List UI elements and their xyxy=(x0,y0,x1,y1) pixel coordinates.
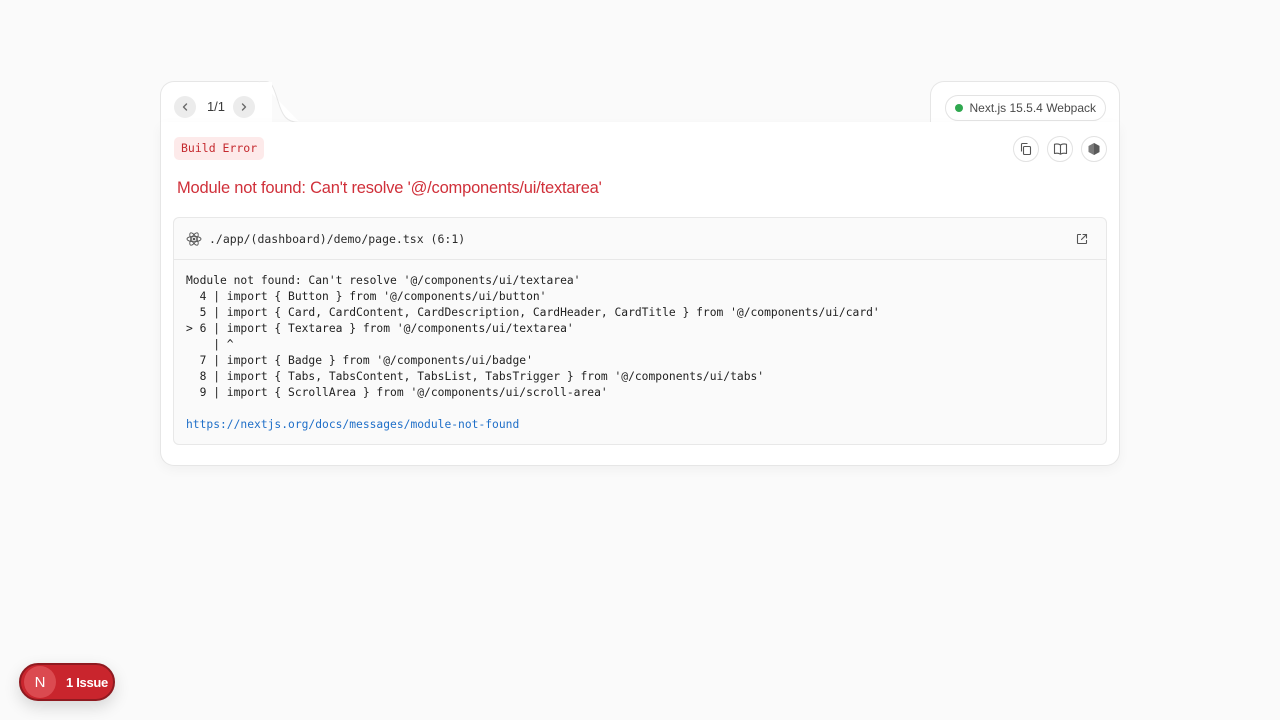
version-indicator[interactable]: Next.js 15.5.4 Webpack xyxy=(945,95,1106,121)
file-path: ./app/(dashboard)/demo/page.tsx (6:1) xyxy=(209,232,466,246)
code-line: 7 | import { Badge } from '@/components/… xyxy=(186,354,533,367)
react-icon xyxy=(186,232,202,246)
node-inspector-button[interactable] xyxy=(1081,136,1107,162)
next-error-button[interactable] xyxy=(233,96,255,118)
code-line: 4 | import { Button } from '@/components… xyxy=(186,290,547,303)
nodejs-icon xyxy=(1088,143,1100,155)
previous-error-button[interactable] xyxy=(174,96,196,118)
code-line: 5 | import { Card, CardContent, CardDesc… xyxy=(186,306,880,319)
code-line: > 6 | import { Textarea } from '@/compon… xyxy=(186,322,574,335)
code-frame: ./app/(dashboard)/demo/page.tsx (6:1) Mo… xyxy=(173,217,1107,445)
code-line: | ^ xyxy=(186,338,234,351)
dialog-header: 1/1 Next.js 15.5.4 Webpack xyxy=(160,81,1120,123)
pager-tab-curve xyxy=(260,81,300,123)
code-line: Module not found: Can't resolve '@/compo… xyxy=(186,274,581,287)
chevron-left-icon xyxy=(182,103,188,111)
status-dot-icon xyxy=(955,104,964,112)
nextjs-logo-icon: N xyxy=(24,666,56,698)
error-title: Module not found: Can't resolve '@/compo… xyxy=(177,179,602,197)
open-in-editor-button[interactable] xyxy=(1074,231,1090,247)
copy-error-button[interactable] xyxy=(1013,136,1039,162)
build-error-badge: Build Error xyxy=(174,137,265,160)
code-line: 8 | import { Tabs, TabsContent, TabsList… xyxy=(186,370,765,383)
code-frame-header: ./app/(dashboard)/demo/page.tsx (6:1) xyxy=(174,218,1106,260)
code-frame-body: Module not found: Can't resolve '@/compo… xyxy=(174,260,1106,433)
external-link-icon xyxy=(1076,233,1088,245)
version-tab: Next.js 15.5.4 Webpack xyxy=(930,81,1120,123)
error-page-count: 1/1 xyxy=(206,99,226,114)
book-icon xyxy=(1053,143,1067,155)
docs-button[interactable] xyxy=(1047,136,1073,162)
issues-button[interactable]: N 1 Issue xyxy=(19,663,115,701)
error-dialog: Build Error Module not found: Can't reso… xyxy=(160,122,1120,466)
version-label: Next.js 15.5.4 Webpack xyxy=(969,101,1096,115)
code-line: 9 | import { ScrollArea } from '@/compon… xyxy=(186,386,608,399)
issue-count-label: 1 Issue xyxy=(66,674,108,690)
copy-icon xyxy=(1020,142,1032,156)
chevron-right-icon xyxy=(241,103,247,111)
dialog-toolbar xyxy=(1013,136,1107,162)
pager-tab: 1/1 xyxy=(160,81,272,123)
docs-link[interactable]: https://nextjs.org/docs/messages/module-… xyxy=(186,417,1094,433)
